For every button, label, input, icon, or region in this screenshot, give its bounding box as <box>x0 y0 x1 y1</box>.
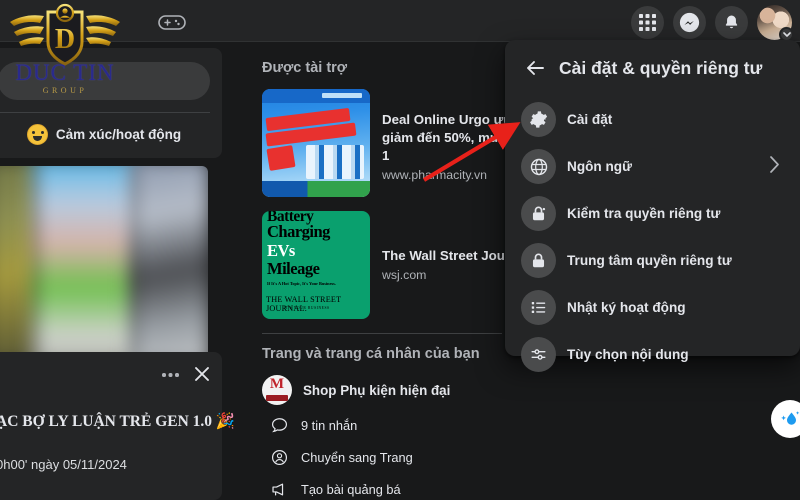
urgo-promo-banner[interactable] <box>262 89 370 197</box>
ad-title-line3: 1 <box>382 147 390 163</box>
composer-input[interactable] <box>0 62 210 100</box>
menu-item-label: Kiểm tra quyền riêng tư <box>567 206 721 221</box>
sponsored-section-title: Được tài trợ <box>262 60 348 76</box>
post-subtitle: 0h00' ngày 05/11/2024 <box>0 457 127 472</box>
wsj-masthead: THE WALL STREET JOURNAL. <box>266 295 342 313</box>
ad-url: www.pharmacity.vn <box>382 167 488 182</box>
header-actions <box>631 5 794 42</box>
page-action-messages[interactable]: 9 tin nhắn <box>270 416 502 435</box>
back-button[interactable] <box>517 50 553 86</box>
panel-title: Cài đặt & quyền riêng tư <box>559 57 763 78</box>
pages-section-title: Trang và trang cá nhân của bạn <box>262 346 480 362</box>
apps-grid-icon <box>639 14 656 31</box>
menu-item-label: Tùy chọn nội dung <box>567 347 689 362</box>
post-card: ẠC BỢ LY LUẬN TRẺ GEN 1.0 🎉 0h00' ngày 0… <box>0 352 235 500</box>
post-card-tools <box>161 364 212 384</box>
menu-item-content-preferences[interactable]: Tùy chọn nội dung <box>513 331 792 378</box>
divider <box>262 333 502 334</box>
page-action-promote[interactable]: Tạo bài quảng bá <box>270 480 502 499</box>
ad-title: The Wall Street Journa <box>382 248 526 263</box>
wsj-masthead-sub: IT'S YOUR BUSINESS <box>284 306 330 310</box>
feeling-activity-button[interactable]: Cảm xúc/hoạt động <box>0 124 222 145</box>
notifications-button[interactable] <box>715 6 748 39</box>
wsj-tagline: If It's A Hot Topic, It's Your Business. <box>267 281 336 286</box>
settings-privacy-panel: Cài đặt & quyền riêng tư Cài đặt Ngôn ng… <box>505 40 800 372</box>
right-sidebar: Được tài trợ Deal Online Urgo ưu đ giảm … <box>262 60 526 500</box>
left-feed-column: Cảm xúc/hoạt động <box>0 48 222 358</box>
shop-page-avatar <box>262 375 292 405</box>
page-action-switch[interactable]: Chuyển sang Trang <box>270 448 502 467</box>
app-root: Cảm xúc/hoạt động D DUC TIN GROUP ẠC BỢ … <box>0 0 800 500</box>
photo-strip <box>0 166 208 358</box>
sponsored-ad-item[interactable]: Deal Online Urgo ưu đ giảm đến 50%, mua … <box>262 89 524 197</box>
ad-title: Deal Online Urgo ưu đ <box>382 112 524 127</box>
page-list-item[interactable]: Shop Phụ kiện hiện đại <box>262 375 502 405</box>
gaming-controller-icon[interactable] <box>156 12 188 32</box>
ad-title-line2: giảm đến 50%, mua 1 <box>382 129 517 145</box>
chevron-right-icon <box>769 155 780 178</box>
page-action-label: Tạo bài quảng bá <box>301 482 401 497</box>
back-arrow-icon <box>527 61 544 75</box>
menu-item-language[interactable]: Ngôn ngữ <box>513 143 792 190</box>
sliders-icon <box>521 337 556 372</box>
photo-thumb <box>130 166 208 358</box>
menu-item-label: Ngôn ngữ <box>567 159 632 174</box>
post-composer: Cảm xúc/hoạt động <box>0 48 222 158</box>
menu-item-privacy-checkup[interactable]: Kiểm tra quyền riêng tư <box>513 190 792 237</box>
smiley-face-icon <box>26 124 48 145</box>
divider <box>0 112 210 113</box>
menu-item-privacy-center[interactable]: Trung tâm quyền riêng tư <box>513 237 792 284</box>
water-droplet-sparkle-icon <box>781 411 800 425</box>
top-navigation-bar <box>0 0 800 42</box>
menu-item-label: Trung tâm quyền riêng tư <box>567 253 732 268</box>
avatar[interactable] <box>757 5 794 42</box>
activity-list-icon <box>521 290 556 325</box>
page-action-label: 9 tin nhắn <box>301 418 358 433</box>
switch-profile-icon <box>271 449 288 466</box>
wsj-line4: Mileage <box>267 259 320 278</box>
sponsored-ad-item[interactable]: Battery Charging EVs Mileage If It's A H… <box>262 211 526 319</box>
apps-grid-button[interactable] <box>631 6 664 39</box>
menu-item-label: Nhật ký hoạt động <box>567 300 686 315</box>
close-icon[interactable] <box>192 364 212 384</box>
more-options-icon[interactable] <box>161 364 181 384</box>
menu-item-settings[interactable]: Cài đặt <box>513 96 792 143</box>
ad-meta: Deal Online Urgo ưu đ giảm đến 50%, mua … <box>382 89 524 197</box>
photo-thumb <box>33 166 139 358</box>
feeling-activity-label: Cảm xúc/hoạt động <box>55 127 182 142</box>
post-title: ẠC BỢ LY LUẬN TRẺ GEN 1.0 🎉 <box>0 413 236 430</box>
megaphone-icon <box>272 483 284 496</box>
menu-item-activity-log[interactable]: Nhật ký hoạt động <box>513 284 792 331</box>
wsj-ad-cover[interactable]: Battery Charging EVs Mileage If It's A H… <box>262 211 370 319</box>
messenger-button[interactable] <box>673 6 706 39</box>
ad-url: wsj.com <box>382 267 427 282</box>
page-name: Shop Phụ kiện hiện đại <box>303 382 451 398</box>
ad-meta: The Wall Street Journa wsj.com <box>382 211 526 319</box>
post-photo-collage[interactable] <box>0 166 208 358</box>
globe-icon <box>521 149 556 184</box>
bell-icon <box>725 15 738 29</box>
messenger-icon <box>679 12 700 33</box>
lock-icon <box>521 243 556 278</box>
panel-header: Cài đặt & quyền riêng tư <box>513 40 792 96</box>
page-action-label: Chuyển sang Trang <box>301 450 413 465</box>
wsj-line2: Charging <box>267 222 330 241</box>
menu-item-label: Cài đặt <box>567 112 613 127</box>
water-droplet-button[interactable] <box>771 400 800 438</box>
wsj-line3: EVs <box>267 241 295 260</box>
lock-check-icon <box>521 196 556 231</box>
chat-bubble-icon <box>271 418 288 433</box>
gear-icon <box>521 102 556 137</box>
